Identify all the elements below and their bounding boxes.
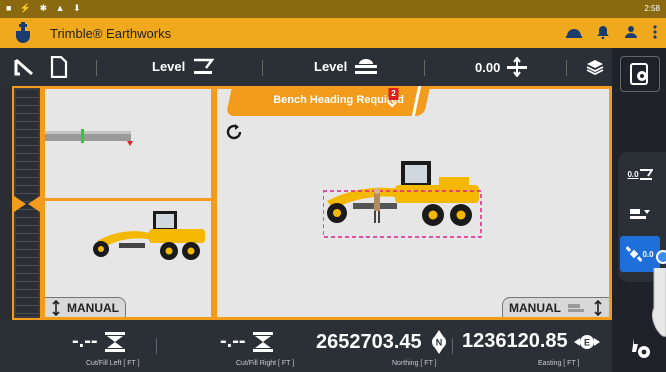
- status-bar: ■ ⚡ ✱ ▲ ⬇ 2:58: [0, 0, 666, 18]
- refresh-icon[interactable]: [225, 123, 243, 141]
- banner-text: Bench Heading Required: [273, 94, 405, 106]
- settings-icon: [630, 63, 648, 85]
- vertical-arrows-icon: [52, 299, 60, 316]
- vertical-arrows-icon: [594, 299, 602, 316]
- bottom-bar: -.-- Cut/Fill Left [ FT ] -.-- Cut/Fill …: [0, 320, 612, 372]
- easting-label: Easting [ FT ]: [538, 360, 580, 367]
- settings-button[interactable]: [620, 56, 660, 92]
- helmet-icon[interactable]: [566, 25, 582, 39]
- northing-label: Northing [ FT ]: [392, 360, 437, 367]
- title-bar: Trimble® Earthworks: [0, 18, 666, 48]
- mode-level-value: 0.0: [627, 169, 639, 179]
- mode-button-gps[interactable]: 0.0: [620, 236, 660, 272]
- cutfill-left-value: -.--: [72, 330, 98, 352]
- user-icon[interactable]: [624, 25, 638, 39]
- manual-mode-right[interactable]: MANUAL: [502, 297, 609, 317]
- cutfill-hourglass-icon: [104, 331, 125, 352]
- easting[interactable]: 1236120.85 E: [462, 330, 600, 353]
- main-view: MANUAL Bench Heading Required 2 MANUAL: [0, 86, 612, 320]
- lightbar: [12, 86, 42, 320]
- blade-mode-icon: [630, 209, 650, 219]
- slope-level-icon: [194, 58, 215, 74]
- app-title: Trimble® Earthworks: [50, 26, 172, 41]
- cutfill-right[interactable]: -.--: [220, 330, 274, 353]
- mode-button-blade[interactable]: [620, 196, 660, 232]
- manual-right-label: MANUAL: [509, 300, 561, 315]
- layers-icon[interactable]: [586, 58, 604, 76]
- grader-side-icon: [93, 211, 205, 260]
- level-left-label: Level: [152, 58, 186, 74]
- status-icons: ■ ⚡ ✱ ▲ ⬇: [6, 3, 84, 13]
- cutfill-left[interactable]: -.--: [72, 330, 126, 353]
- machine-settings-icon: [632, 338, 650, 358]
- side-view-pane[interactable]: MANUAL: [42, 198, 214, 320]
- more-options-icon[interactable]: [652, 25, 658, 39]
- mode-button-level[interactable]: 0.0: [620, 156, 660, 192]
- collapse-panel-icon[interactable]: [14, 58, 34, 76]
- notification-bell-icon[interactable]: [596, 25, 610, 39]
- status-time: 2:58: [644, 4, 660, 13]
- profile-view-pane[interactable]: [42, 86, 214, 201]
- banner[interactable]: Bench Heading Required 2: [225, 86, 431, 116]
- slope-mode-icon: [639, 169, 653, 180]
- cutfill-right-value: -.--: [220, 330, 246, 352]
- svg-text:N: N: [435, 338, 442, 348]
- easting-value: 1236120.85: [462, 330, 568, 352]
- manual-left-label: MANUAL: [67, 300, 119, 315]
- trimble-logo-icon: [16, 22, 30, 43]
- north-compass-icon: N: [431, 330, 446, 354]
- level-right-label: Level: [314, 58, 348, 74]
- right-rail: 0.0 0.0: [612, 48, 666, 372]
- manual-mode-left[interactable]: MANUAL: [45, 297, 126, 317]
- cutfill-right-label: Cut/Fill Right [ FT ]: [236, 360, 295, 367]
- northing-value: 2652703.45: [316, 330, 422, 353]
- chevron-down-icon: [387, 101, 397, 108]
- blade-level-icon: [355, 59, 378, 74]
- machine-settings-button[interactable]: [620, 330, 660, 366]
- offset-value: 0.00: [475, 59, 501, 75]
- offset-control[interactable]: 0.00: [475, 57, 528, 77]
- document-icon[interactable]: [50, 56, 68, 78]
- hand-pointer-icon: [651, 268, 666, 337]
- satellite-icon: [626, 246, 643, 262]
- rail-handle[interactable]: [656, 250, 666, 264]
- blade-small-icon: [568, 303, 584, 312]
- blade-profile-icon: [45, 129, 133, 146]
- cutfill-left-label: Cut/Fill Left [ FT ]: [86, 360, 140, 367]
- vertical-offset-icon: [507, 57, 528, 77]
- northing[interactable]: 2652703.45 N: [316, 330, 450, 354]
- lightbar-center-marker-icon: [14, 196, 40, 212]
- svg-text:E: E: [584, 337, 590, 347]
- grader-3d-icon: [323, 161, 482, 238]
- level-left-control[interactable]: Level: [152, 57, 215, 75]
- level-right-control[interactable]: Level: [314, 57, 379, 75]
- east-compass-icon: E: [573, 334, 600, 349]
- gps-value: 0.0: [642, 249, 654, 259]
- toolbar: Level Level 0.00: [0, 48, 612, 86]
- banner-badge: 2: [388, 88, 399, 100]
- cutfill-hourglass-icon: [252, 331, 273, 352]
- plan-view-pane[interactable]: Bench Heading Required 2 MANUAL: [214, 86, 612, 320]
